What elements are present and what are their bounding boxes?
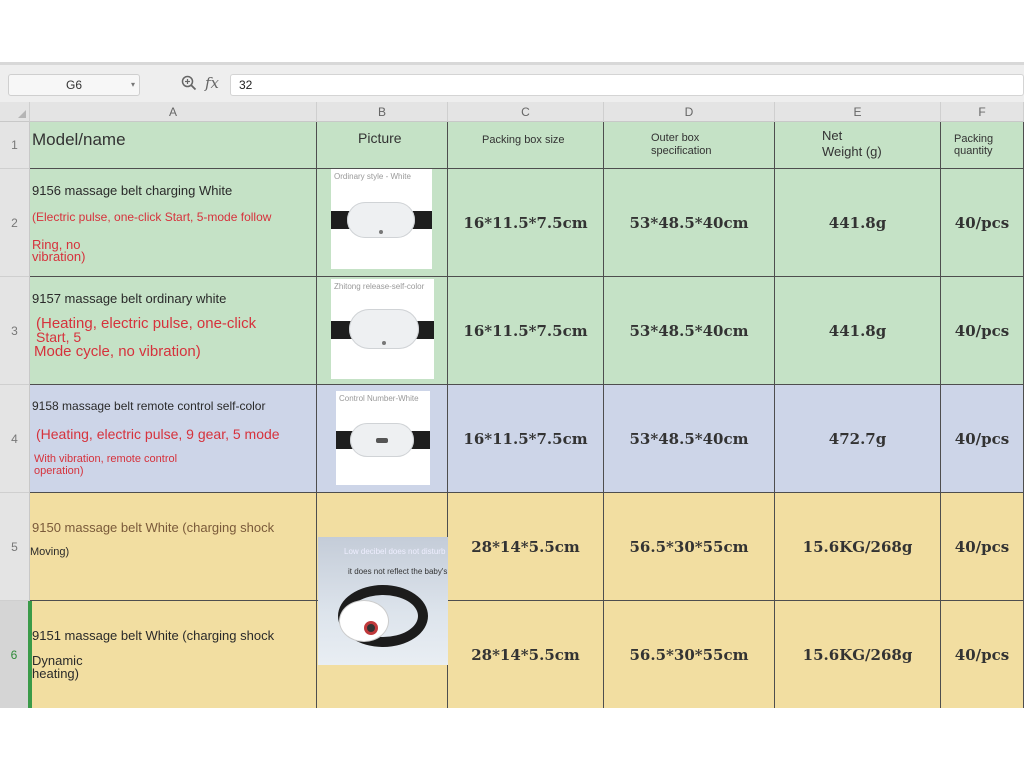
item-desc-2: heating)	[32, 666, 79, 681]
header-packing-qty-2: quantity	[954, 145, 993, 157]
cell-b2[interactable]: Ordinary style - White	[317, 169, 448, 277]
cell-a4[interactable]: 9158 massage belt remote control self-co…	[30, 385, 317, 493]
item-name: 9150 massage belt White (charging shock	[32, 520, 275, 535]
item-desc-1: (Heating, electric pulse, 9 gear, 5 mode	[36, 426, 280, 442]
image-caption: it does not reflect the baby's sleep at …	[348, 567, 448, 576]
cell-f1[interactable]: Packing quantity	[941, 122, 1024, 169]
image-caption: Zhitong release-self-color	[334, 282, 425, 291]
header-net-weight-1: Net	[822, 128, 843, 143]
item-desc-3: Mode cycle, no vibration)	[34, 343, 201, 360]
item-name: 9151 massage belt White (charging shock	[32, 628, 275, 643]
header-model: Model/name	[32, 130, 126, 149]
image-caption: Low decibel does not disturb	[344, 547, 446, 556]
cell-d5[interactable]: 56.5*30*55cm	[604, 493, 775, 601]
cell-e4[interactable]: 472.7g	[775, 385, 941, 493]
select-all-corner[interactable]	[0, 102, 30, 122]
column-header-b[interactable]: B	[317, 102, 448, 122]
row-header-3[interactable]: 3	[0, 277, 30, 385]
item-name: 9158 massage belt remote control self-co…	[32, 399, 266, 413]
row-header-4[interactable]: 4	[0, 385, 30, 493]
cell-f3[interactable]: 40/pcs	[941, 277, 1024, 385]
cell-a2[interactable]: 9156 massage belt charging White (Electr…	[30, 169, 317, 277]
cell-f4[interactable]: 40/pcs	[941, 385, 1024, 493]
cell-a6[interactable]: 9151 massage belt White (charging shock …	[30, 601, 317, 708]
cell-b3[interactable]: Zhitong release-self-color	[317, 277, 448, 385]
formula-bar: G6 ▾ fx 32	[0, 70, 1024, 100]
massager-pod	[340, 601, 388, 641]
cell-e5[interactable]: 15.6KG/268g	[775, 493, 941, 601]
image-caption: Ordinary style - White	[334, 172, 411, 181]
lifestyle-product-image[interactable]: Low decibel does not disturb it does not…	[318, 537, 448, 665]
indicator-dot	[379, 230, 383, 234]
cell-d2[interactable]: 53*48.5*40cm	[604, 169, 775, 277]
cell-c2[interactable]: 16*11.5*7.5cm	[448, 169, 604, 277]
row-header-6[interactable]: 6	[0, 601, 30, 708]
product-image[interactable]: Ordinary style - White	[331, 169, 432, 269]
spreadsheet-window: G6 ▾ fx 32 A B C D E F 1 2 3 4 5 6 Model…	[0, 62, 1024, 708]
zoom-icon[interactable]	[181, 75, 197, 91]
top-divider	[0, 62, 1024, 65]
cell-e6[interactable]: 15.6KG/268g	[775, 601, 941, 708]
fx-icon[interactable]: fx	[205, 74, 219, 92]
image-caption: Control Number-White	[339, 394, 419, 403]
cell-d4[interactable]: 53*48.5*40cm	[604, 385, 775, 493]
cell-c3[interactable]: 16*11.5*7.5cm	[448, 277, 604, 385]
item-name: 9157 massage belt ordinary white	[32, 291, 227, 306]
header-picture: Picture	[358, 130, 402, 146]
cell-d6[interactable]: 56.5*30*55cm	[604, 601, 775, 708]
column-header-c[interactable]: C	[448, 102, 604, 122]
header-packing-qty-1: Packing	[954, 133, 994, 145]
power-button-icon	[364, 621, 378, 635]
name-box[interactable]: G6 ▾	[8, 74, 140, 96]
header-outer-box-1: Outer box	[651, 132, 700, 144]
row-header-5[interactable]: 5	[0, 493, 30, 601]
item-name: 9156 massage belt charging White	[32, 183, 233, 198]
cell-d1[interactable]: Outer box specification	[604, 122, 775, 169]
header-packing-box: Packing box size	[482, 134, 565, 146]
product-image[interactable]: Zhitong release-self-color	[331, 279, 434, 379]
cell-e2[interactable]: 441.8g	[775, 169, 941, 277]
cell-a1[interactable]: Model/name	[30, 122, 317, 169]
cell-b4[interactable]: Control Number-White	[317, 385, 448, 493]
cell-b1[interactable]: Picture	[317, 122, 448, 169]
cell-d3[interactable]: 53*48.5*40cm	[604, 277, 775, 385]
cell-c4[interactable]: 16*11.5*7.5cm	[448, 385, 604, 493]
row-header-1[interactable]: 1	[0, 122, 30, 169]
cell-e3[interactable]: 441.8g	[775, 277, 941, 385]
header-net-weight-2: Weight (g)	[822, 144, 882, 159]
item-desc-3: operation)	[34, 465, 84, 477]
cell-e1[interactable]: Net Weight (g)	[775, 122, 941, 169]
cell-c6[interactable]: 28*14*5.5cm	[448, 601, 604, 708]
item-desc-3: vibration)	[32, 249, 86, 264]
formula-input[interactable]: 32	[230, 74, 1024, 96]
cell-a5[interactable]: 9150 massage belt White (charging shock …	[30, 493, 317, 601]
item-desc-2: With vibration, remote control	[34, 453, 178, 465]
column-header-e[interactable]: E	[775, 102, 941, 122]
row-header-2[interactable]: 2	[0, 169, 30, 277]
cell-f6[interactable]: 40/pcs	[941, 601, 1024, 708]
cell-a3[interactable]: 9157 massage belt ordinary white (Heatin…	[30, 277, 317, 385]
cell-f5[interactable]: 40/pcs	[941, 493, 1024, 601]
product-image[interactable]: Control Number-White	[336, 391, 430, 485]
column-header-f[interactable]: F	[941, 102, 1024, 122]
name-box-value: G6	[65, 78, 82, 92]
cell-c5[interactable]: 28*14*5.5cm	[448, 493, 604, 601]
cell-f2[interactable]: 40/pcs	[941, 169, 1024, 277]
indicator-dot	[382, 341, 386, 345]
chevron-down-icon[interactable]: ▾	[131, 75, 135, 95]
column-header-d[interactable]: D	[604, 102, 775, 122]
item-desc-1: (Electric pulse, one-click Start, 5-mode…	[32, 210, 272, 224]
indicator-dot	[376, 438, 388, 443]
cell-c1[interactable]: Packing box size	[448, 122, 604, 169]
item-desc-1: Moving)	[30, 546, 70, 558]
header-outer-box-2: specification	[651, 145, 712, 157]
column-header-a[interactable]: A	[30, 102, 317, 122]
